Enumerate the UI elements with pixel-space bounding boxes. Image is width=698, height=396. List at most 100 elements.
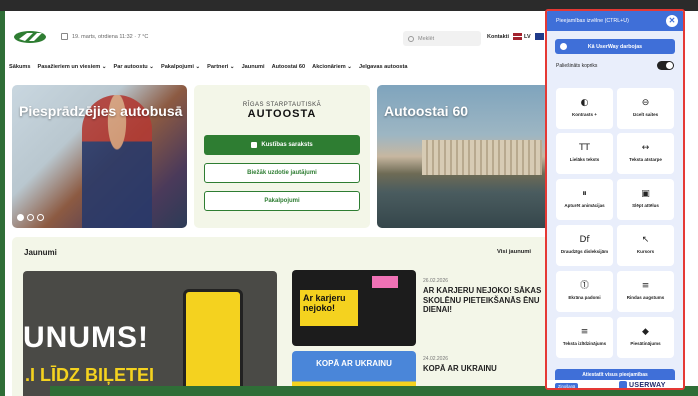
uk-flag-icon[interactable] (534, 33, 544, 40)
slider-dot-2[interactable] (27, 214, 34, 221)
tile-label: Teksta atstarpe (629, 157, 662, 163)
cursor-tile[interactable]: ↖ Kursors (617, 225, 674, 266)
nav-item-home[interactable]: Sākums (9, 64, 30, 70)
news-item[interactable]: 24.02.2026 KOPĀ AR UKRAINU (423, 356, 558, 374)
pause-animations-tile[interactable]: ⏸ Apturēt animācijas (556, 179, 613, 220)
featured-news-text2: .I LĪDZ BIĻETEI (25, 365, 154, 385)
featured-news-text1: UNUMS! (23, 321, 149, 354)
phone-illustration (183, 289, 243, 396)
highlight-links-tile[interactable]: ⊖ Izcelt saites (617, 88, 674, 129)
hero-slide-title: Piesprādzējies autobusā (19, 103, 183, 119)
profiles-label: Paliešināts kopriks (556, 63, 598, 69)
line-height-tile[interactable]: ≡ Rindas augstums (617, 271, 674, 312)
station-logo: RĪGAS STARPTAUTISKĀ AUTOOSTA (194, 102, 370, 120)
contrast-tile[interactable]: ◐ Kontrasts + (556, 88, 613, 129)
report-button[interactable]: Ziņošanā (555, 383, 579, 388)
nav-item-anniversary[interactable]: Autoostai 60 (272, 64, 306, 70)
saturation-tile[interactable]: ◆ Piesātinājums (617, 317, 674, 358)
hide-images-tile[interactable]: ▣ Slēpt attēlus (617, 179, 674, 220)
schedule-button[interactable]: Kustības saraksts (204, 135, 360, 155)
text-spacing-icon: ↔ (641, 143, 650, 154)
station-logo-line2: AUTOOSTA (247, 108, 317, 120)
image-icon: ▣ (641, 189, 650, 200)
panel-footer: Ziņošanā USERWAY (547, 380, 683, 389)
text-size-icon: TT (579, 143, 590, 154)
autoosta-logo[interactable] (13, 30, 47, 44)
tile-label: Piesātinājums (630, 341, 661, 347)
link-icon: ⊖ (641, 98, 650, 109)
news-item[interactable]: 26.02.2026 AR KARJERU NEJOKO! SĀKAS SKOL… (423, 278, 558, 315)
nav-item-about[interactable]: Par autoostu ⌄ (114, 64, 154, 70)
play-icon (560, 43, 567, 50)
date-text: 19. marts, otrdiena 11:32 · 7 °C (72, 33, 149, 40)
search-placeholder: Meklēt (418, 35, 435, 42)
nav-item-shareholders[interactable]: Akcionāriem ⌄ (312, 64, 352, 70)
thumb-sticker (372, 276, 398, 288)
search-input[interactable]: Meklēt (403, 31, 481, 46)
lang-label: LV (524, 33, 531, 40)
nav-item-passengers[interactable]: Pasažieriem un viesiem ⌄ (37, 64, 106, 70)
news-headline[interactable]: AR KARJERU NEJOKO! SĀKAS SKOLĒNU PIETEIK… (423, 286, 558, 315)
slider-dot-3[interactable] (37, 214, 44, 221)
bus-icon (251, 142, 258, 148)
news-date: 26.02.2026 (423, 278, 449, 284)
slider-dot-1[interactable] (17, 214, 24, 221)
tile-label: Lielāks teksts (569, 157, 600, 163)
close-icon[interactable]: ✕ (666, 15, 678, 27)
userway-brand: USERWAY (629, 381, 666, 389)
tile-label: Apturēt animācijas (564, 203, 605, 209)
featured-news-image[interactable]: UNUMS! .I LĪDZ BIĻETEI (23, 271, 277, 396)
all-news-link[interactable]: Visi jaunumi (497, 249, 531, 255)
news-headline[interactable]: KOPĀ AR UKRAINU (423, 364, 558, 374)
contrast-icon: ◐ (580, 98, 589, 109)
language-switch[interactable]: LV (513, 33, 544, 40)
main-nav: Sākums Pasažieriem un viesiem ⌄ Par auto… (9, 64, 408, 70)
anniversary-card[interactable]: Autoostai 60 (377, 85, 557, 228)
pause-icon: ⏸ (582, 189, 587, 200)
userway-logo[interactable]: USERWAY (619, 381, 666, 389)
line-height-icon: ≡ (641, 281, 650, 292)
thumb1-text: Ar karjeru nejoko! (300, 290, 358, 326)
calendar-icon (61, 33, 68, 40)
latvia-flag-icon (513, 33, 522, 40)
tooltips-tile[interactable]: ⓵ Ekrāna padomi (556, 271, 613, 312)
slider-dots (17, 214, 44, 221)
search-icon (408, 35, 414, 42)
dyslexia-icon: Df (579, 235, 590, 246)
nav-item-services[interactable]: Pakalpojumi ⌄ (161, 64, 200, 70)
text-spacing-tile[interactable]: ↔ Teksta atstarpe (617, 133, 674, 174)
bigger-text-tile[interactable]: TT Lielāks teksts (556, 133, 613, 174)
panel-header: Pieejamības izvēlne (CTRL+U) ✕ (547, 11, 683, 31)
panel-body: Kā UserWay darbojas Paliešināts kopriks … (547, 31, 683, 389)
tile-label: Rindas augstums (626, 295, 665, 301)
text-align-tile[interactable]: ≡ Teksta izlīdzinājums (556, 317, 613, 358)
how-label: Kā UserWay darbojas (587, 43, 643, 50)
contacts-link[interactable]: Kontakti (487, 34, 509, 40)
cursor-icon: ↖ (641, 235, 650, 246)
accessibility-panel: Pieejamības izvēlne (CTRL+U) ✕ Kā UserWa… (545, 9, 685, 390)
tile-label: Draudzīgs disleksijām (560, 249, 609, 255)
news-thumbnail-career[interactable]: Ar karjeru nejoko! (292, 270, 416, 346)
tile-label: Slēpt attēlus (632, 203, 659, 209)
tooltip-icon: ⓵ (579, 281, 589, 292)
nav-item-jelgava[interactable]: Jelgavas autoosta (359, 64, 408, 70)
reset-all-button[interactable]: Atiestatīt visus pieejamības (555, 369, 675, 380)
services-button[interactable]: Pakalpojumi (204, 191, 360, 211)
thumb2-text: KOPĀ AR UKRAINU (316, 359, 392, 368)
tile-label: Teksta izlīdzinājums (562, 341, 607, 347)
news-heading: Jaunumi (24, 248, 57, 257)
dyslexia-friendly-tile[interactable]: Df Draudzīgs disleksijām (556, 225, 613, 266)
tile-label: Kontrasts + (572, 112, 597, 118)
profiles-toggle[interactable] (657, 61, 674, 70)
nav-item-partners[interactable]: Partneri ⌄ (207, 64, 234, 70)
userway-mark-icon (619, 381, 627, 388)
nav-item-news[interactable]: Jaunumi (242, 64, 265, 70)
tile-label: Izcelt saites (632, 112, 659, 118)
tile-label: Kursors (636, 249, 655, 255)
schedule-button-label: Kustības saraksts (261, 142, 313, 148)
how-userway-works-button[interactable]: Kā UserWay darbojas (555, 39, 675, 54)
date-weather: 19. marts, otrdiena 11:32 · 7 °C (61, 33, 148, 40)
hero-slider-card[interactable]: Piesprādzējies autobusā (12, 85, 187, 228)
tile-label: Ekrāna padomi (568, 295, 601, 301)
faq-button[interactable]: Biežāk uzdotie jautājumi (204, 163, 360, 183)
